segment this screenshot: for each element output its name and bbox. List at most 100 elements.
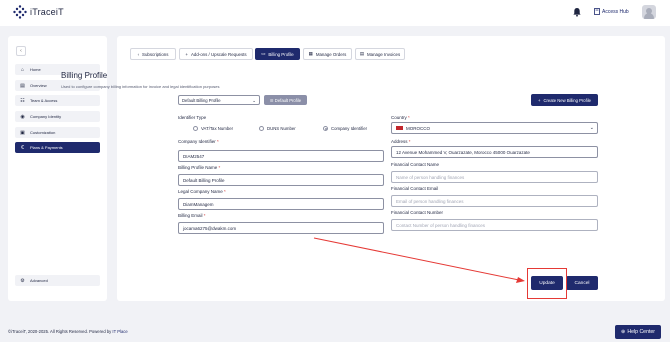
billing-profile-name-input[interactable]: Default Billing Profile xyxy=(178,174,384,186)
billing-profile-name-label: Billing Profile Name * xyxy=(178,165,220,170)
chevron-down-icon: ⌄ xyxy=(252,98,256,103)
plans-icon: € xyxy=(21,144,24,151)
company-icon: ◉ xyxy=(20,113,25,120)
radio-vat[interactable]: VAT/Tax Number xyxy=(193,126,233,131)
address-label: Address * xyxy=(391,139,411,144)
legal-company-name-input[interactable]: DiamManagem xyxy=(178,198,384,210)
sidebar-item-label: Advanced xyxy=(30,278,48,283)
sidebar-item-customization[interactable]: ▣ Customization xyxy=(15,127,100,138)
default-profile-button[interactable]: ☰ Default Profile xyxy=(264,95,307,105)
help-icon: ⊕ xyxy=(620,329,626,335)
financial-contact-number-label: Financial Contact Number xyxy=(391,210,444,215)
tab-label: Add-ons / Upscale Requests xyxy=(190,51,247,57)
country-label: Country * xyxy=(391,115,410,120)
radio-duns[interactable]: DUNS Number xyxy=(259,126,296,131)
orders-icon: ▦ xyxy=(308,51,313,56)
radio-label: DUNS Number xyxy=(267,126,296,131)
logo[interactable]: iTraceiT xyxy=(13,5,64,19)
sidebar-item-label: Plans & Payments xyxy=(30,145,63,150)
home-icon: ⌂ xyxy=(20,66,25,73)
billing-email-label: Billing Email * xyxy=(178,213,206,218)
tab-manage-invoices[interactable]: ▤ Manage Invoices xyxy=(355,48,405,60)
financial-contact-number-input[interactable]: Contact Number of person handling financ… xyxy=(391,219,598,231)
label-text: Address xyxy=(391,139,408,144)
sidebar-item-advanced[interactable]: ⚙ Advanced xyxy=(15,275,100,286)
page-subtitle: Used to configure company billing inform… xyxy=(61,84,220,89)
create-billing-profile-button[interactable]: + Create New Billing Profile xyxy=(531,94,598,106)
footer: ©iTraceiT, 2020-2025. All Rights Reserve… xyxy=(8,329,128,334)
page-title: Billing Profile xyxy=(61,71,108,80)
chevron-left-icon: ‹ xyxy=(137,51,140,57)
copyright-text: ©iTraceiT, 2020-2025. All Rights Reserve… xyxy=(8,329,112,334)
label-text: Billing Profile Name xyxy=(178,165,218,170)
logo-icon xyxy=(13,5,27,19)
radio-label: Company Identifier xyxy=(331,126,368,131)
financial-contact-email-label: Financial Contact Email xyxy=(391,186,439,191)
billing-email-input[interactable]: jocama6275@dwakm.com xyxy=(178,222,384,234)
required-mark: * xyxy=(408,115,410,120)
required-mark: * xyxy=(217,139,219,144)
card-icon: ▭ xyxy=(261,51,266,56)
label-text: Country xyxy=(391,115,407,120)
company-identifier-input[interactable]: DIAM2547 xyxy=(178,150,384,162)
identifier-type-label: Identifier Type xyxy=(178,115,207,120)
sidebar-item-label: Home xyxy=(30,67,41,72)
radio-icon xyxy=(193,126,198,131)
select-value: Default Billing Profile xyxy=(182,97,221,103)
radio-icon xyxy=(259,126,264,131)
label-text: Billing Email xyxy=(178,213,203,218)
required-mark: * xyxy=(224,189,226,194)
chevron-left-icon: ‹ xyxy=(20,48,22,54)
plus-icon: + xyxy=(538,97,541,103)
financial-contact-email-input[interactable]: Email of person handling finances xyxy=(391,195,598,207)
sidebar-item-plans-payments[interactable]: € Plans & Payments xyxy=(15,142,100,153)
company-identifier-label: Company Identifier * xyxy=(178,139,219,144)
collapse-sidebar-button[interactable]: ‹ xyxy=(16,46,26,56)
label-text: Company Identifier xyxy=(178,139,216,144)
customization-icon: ▣ xyxy=(20,129,25,136)
sidebar-item-label: Team & Access xyxy=(30,98,58,103)
legal-company-name-label: Legal Company Name * xyxy=(178,189,226,194)
tab-label: Manage Orders xyxy=(315,51,347,57)
cancel-button[interactable]: Cancel xyxy=(566,276,598,290)
avatar[interactable] xyxy=(642,5,656,19)
sidebar-item-company-identity[interactable]: ◉ Company Identity xyxy=(15,111,100,122)
tab-label: Manage Invoices xyxy=(366,51,401,57)
bell-icon[interactable] xyxy=(572,7,582,17)
help-center-button[interactable]: ⊕ Help Center xyxy=(615,325,661,339)
sidebar-item-team-access[interactable]: ☷ Team & Access xyxy=(15,95,100,106)
tab-addons[interactable]: + Add-ons / Upscale Requests xyxy=(179,48,253,60)
sidebar-item-label: Customization xyxy=(30,130,56,135)
tab-label: Billing Profile xyxy=(268,51,294,57)
tab-manage-orders[interactable]: ▦ Manage Orders xyxy=(303,48,352,60)
powered-by-link[interactable]: IT Place xyxy=(112,329,127,334)
access-hub-label: Access Hub xyxy=(602,8,629,15)
sidebar-item-label: Overview xyxy=(30,83,47,88)
country-value: MOROCCO xyxy=(406,125,430,131)
plus-icon: + xyxy=(185,51,188,57)
overview-icon: ▤ xyxy=(20,82,25,89)
radio-label: VAT/Tax Number xyxy=(201,126,234,131)
help-center-label: Help Center xyxy=(627,329,656,335)
required-mark: * xyxy=(218,165,221,170)
sidebar-item-label: Company Identity xyxy=(30,114,62,119)
access-hub-icon xyxy=(594,8,600,15)
tab-label: Subscriptions xyxy=(142,51,169,57)
chevron-down-icon: ⌄ xyxy=(589,125,594,131)
create-billing-profile-label: Create New Billing Profile xyxy=(543,97,591,103)
billing-profile-select[interactable]: Default Billing Profile ⌄ xyxy=(178,95,260,105)
morocco-flag-icon xyxy=(396,125,403,131)
access-hub-link[interactable]: Access Hub xyxy=(594,8,629,15)
required-mark: * xyxy=(408,139,411,144)
invoices-icon: ▤ xyxy=(359,51,364,56)
team-icon: ☷ xyxy=(20,97,25,104)
tab-billing-profile[interactable]: ▭ Billing Profile xyxy=(255,48,300,60)
radio-company-identifier[interactable]: Company Identifier xyxy=(323,126,367,131)
address-input[interactable]: 12 Avenue Mohammed V, Ouarzazate, Morocc… xyxy=(391,146,598,158)
annotation-highlight-box xyxy=(527,268,567,299)
financial-contact-name-input[interactable]: Name of person handling finances xyxy=(391,171,598,183)
tab-subscriptions[interactable]: ‹ Subscriptions xyxy=(130,48,176,60)
country-select[interactable]: MOROCCO ⌄ xyxy=(391,122,598,134)
required-mark: * xyxy=(203,213,206,218)
radio-selected-icon xyxy=(323,126,328,131)
